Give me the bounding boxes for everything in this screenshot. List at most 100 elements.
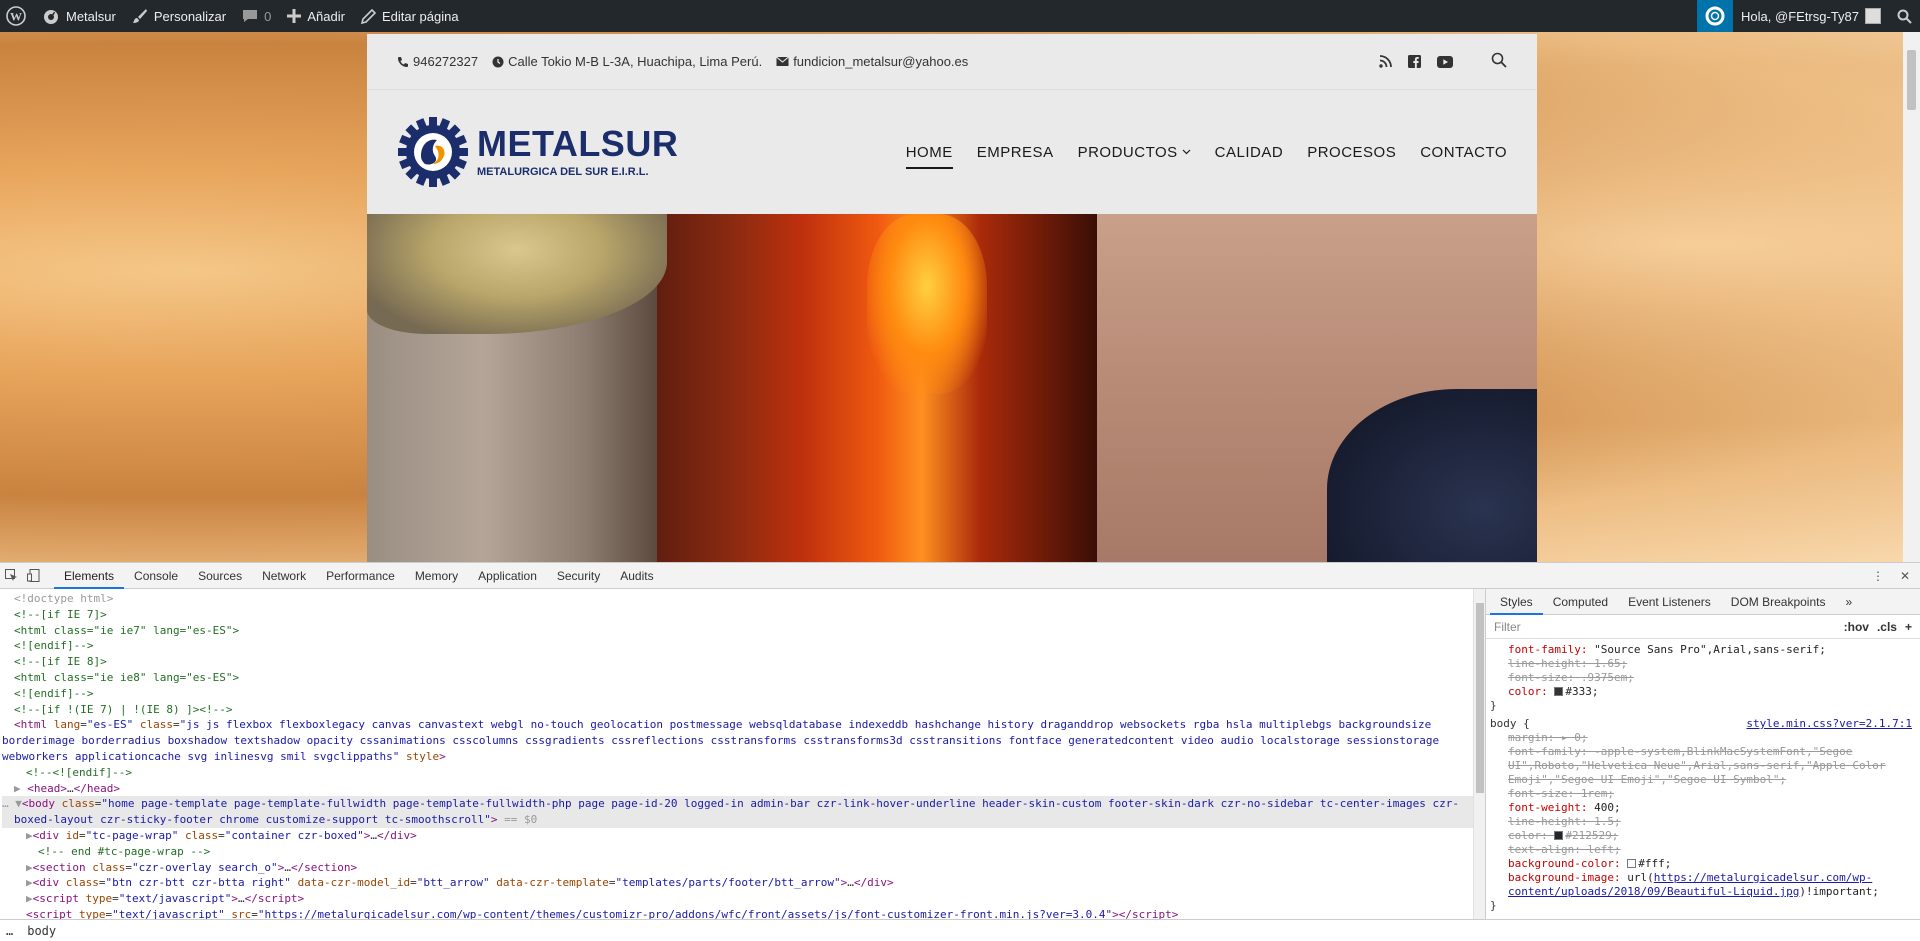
more-tabs-icon[interactable]: » xyxy=(1835,589,1862,615)
clock-icon xyxy=(492,56,504,67)
devtools-panel: Elements Console Sources Network Perform… xyxy=(0,562,1920,941)
page-scrollbar[interactable] xyxy=(1903,32,1920,562)
lifebuoy-icon xyxy=(1705,6,1725,26)
page-viewport: 946272327 Calle Tokio M-B L-3A, Huachipa… xyxy=(0,32,1920,562)
search-icon xyxy=(1897,9,1912,24)
dom-line[interactable]: <!--[if !(IE 7) | !(IE 8) ]><!--> xyxy=(14,702,1485,718)
dom-line[interactable]: ▶<script type="text/javascript">…</scrip… xyxy=(14,891,1485,907)
styles-pane: Styles Computed Event Listeners DOM Brea… xyxy=(1485,589,1920,920)
dom-line[interactable]: <!--[if IE 8]> xyxy=(14,654,1485,670)
page-scrollbar-thumb[interactable] xyxy=(1907,50,1916,110)
elements-tree[interactable]: <!doctype html> <!--[if IE 7]> <html cla… xyxy=(0,589,1485,920)
tab-memory[interactable]: Memory xyxy=(405,563,468,589)
wordpress-logo-button[interactable]: W xyxy=(0,0,34,32)
tab-performance[interactable]: Performance xyxy=(316,563,405,589)
nav-contacto[interactable]: CONTACTO xyxy=(1420,138,1507,167)
dom-line-selected[interactable]: boxed-layout czr-sticky-footer chrome cu… xyxy=(2,812,1485,828)
tab-elements[interactable]: Elements xyxy=(54,563,125,589)
facebook-icon[interactable] xyxy=(1408,55,1421,68)
nav-empresa[interactable]: EMPRESA xyxy=(977,138,1054,167)
youtube-icon[interactable] xyxy=(1437,55,1453,68)
tab-computed[interactable]: Computed xyxy=(1543,589,1618,615)
nav-home[interactable]: HOME xyxy=(905,138,953,169)
dom-line[interactable]: ▶<div id="tc-page-wrap" class="container… xyxy=(14,828,1485,844)
style-property[interactable]: line-height: 1.5; xyxy=(1490,815,1912,829)
dom-line[interactable]: <!--<![endif]--> xyxy=(14,765,1485,781)
rule-close: } xyxy=(1490,899,1497,912)
style-property[interactable]: font-size: 1rem; xyxy=(1490,787,1912,801)
rule-header[interactable]: body {style.min.css?ver=2.1.7:1 xyxy=(1490,717,1912,731)
tab-security[interactable]: Security xyxy=(547,563,610,589)
dom-line[interactable]: ▶<div class="btn czr-btt czr-btta right"… xyxy=(14,875,1485,891)
device-toolbar-button[interactable] xyxy=(22,569,44,582)
style-property[interactable]: font-weight: 400; xyxy=(1490,801,1912,815)
style-property[interactable]: font-family: -apple-system,BlinkMacSyste… xyxy=(1490,745,1912,787)
email-info[interactable]: fundicion_metalsur@yahoo.es xyxy=(776,54,968,69)
hero-worker-jacket xyxy=(1327,389,1537,562)
style-property[interactable]: margin: ▸ 0; xyxy=(1490,731,1912,745)
rss-icon[interactable] xyxy=(1379,55,1392,68)
close-icon[interactable]: ✕ xyxy=(1900,569,1910,583)
style-property[interactable]: font-size: .9375em; xyxy=(1490,671,1912,685)
site-search-button[interactable] xyxy=(1491,52,1507,71)
support-button[interactable] xyxy=(1697,0,1734,32)
tab-event-listeners[interactable]: Event Listeners xyxy=(1618,589,1721,615)
style-property[interactable]: font-family: "Source Sans Pro",Arial,san… xyxy=(1490,643,1912,657)
nav-calidad[interactable]: CALIDAD xyxy=(1215,138,1284,167)
inspect-element-button[interactable] xyxy=(0,569,22,582)
svg-text:W: W xyxy=(10,10,22,24)
breadcrumb[interactable]: body xyxy=(27,924,56,938)
dom-line[interactable]: ▶ <head>…</head> xyxy=(14,781,1485,797)
customize-link[interactable]: Personalizar xyxy=(124,0,234,32)
style-property[interactable]: background-color: #fff; xyxy=(1490,857,1912,871)
dom-line[interactable]: <html lang="es-ES" class="js js flexbox … xyxy=(14,717,1485,733)
edit-page-link[interactable]: Editar página xyxy=(353,0,467,32)
tab-application[interactable]: Application xyxy=(468,563,547,589)
class-toggle[interactable]: .cls xyxy=(1877,620,1897,634)
my-account-link[interactable]: Hola, @FEtrsg-Ty87 xyxy=(1733,0,1889,32)
more-options-icon[interactable]: ⋮ xyxy=(1872,569,1884,583)
dom-line[interactable]: borderimage borderradius boxshadow texts… xyxy=(2,733,1485,749)
hero-slider[interactable] xyxy=(367,214,1537,562)
hover-state-toggle[interactable]: :hov xyxy=(1844,620,1869,634)
site-name-link[interactable]: Metalsur xyxy=(34,0,124,32)
dom-line[interactable]: <html class="ie ie7" lang="es-ES"> xyxy=(14,623,1485,639)
dom-line[interactable]: <![endif]--> xyxy=(14,686,1485,702)
style-property[interactable]: color: #333; xyxy=(1490,685,1912,699)
dom-line[interactable]: <!--[if IE 7]> xyxy=(14,607,1485,623)
adminbar-search-button[interactable] xyxy=(1889,0,1920,32)
elements-scrollbar[interactable] xyxy=(1473,589,1485,920)
styles-filter-input[interactable]: Filter xyxy=(1494,620,1521,634)
tab-audits[interactable]: Audits xyxy=(610,563,663,589)
nav-productos[interactable]: PRODUCTOS xyxy=(1078,138,1191,167)
dom-line[interactable]: <![endif]--> xyxy=(14,638,1485,654)
dom-line[interactable]: <!-- end #tc-page-wrap --> xyxy=(14,844,1485,860)
add-new-link[interactable]: Añadir xyxy=(279,0,353,32)
dom-line[interactable]: <html class="ie ie8" lang="es-ES"> xyxy=(14,670,1485,686)
tab-dom-breakpoints[interactable]: DOM Breakpoints xyxy=(1721,589,1836,615)
dom-line[interactable]: webworkers applicationcache svg inlinesv… xyxy=(2,749,1485,765)
style-property[interactable]: background-image: url(https://metalurgic… xyxy=(1490,871,1912,899)
tab-styles[interactable]: Styles xyxy=(1490,589,1543,615)
site-logo[interactable]: METALSUR METALURGICA DEL SUR E.I.R.L. xyxy=(397,116,678,188)
dom-line-selected[interactable]: … ▼<body class="home page-template page-… xyxy=(2,796,1485,813)
style-rules[interactable]: font-family: "Source Sans Pro",Arial,san… xyxy=(1486,639,1920,913)
add-new-label: Añadir xyxy=(307,8,345,24)
dom-line[interactable]: <!doctype html> xyxy=(14,591,1485,607)
style-property[interactable]: color: #212529; xyxy=(1490,829,1912,843)
comments-link[interactable]: 0 xyxy=(234,0,279,32)
tab-sources[interactable]: Sources xyxy=(188,563,252,589)
devtools-body: <!doctype html> <!--[if IE 7]> <html cla… xyxy=(0,589,1920,920)
logo-subtitle: METALURGICA DEL SUR E.I.R.L. xyxy=(477,166,649,178)
nav-procesos[interactable]: PROCESOS xyxy=(1307,138,1396,167)
style-property[interactable]: text-align: left; xyxy=(1490,843,1912,857)
tab-console[interactable]: Console xyxy=(124,563,188,589)
breadcrumb-ellipsis[interactable]: … xyxy=(6,924,13,938)
tab-network[interactable]: Network xyxy=(252,563,316,589)
style-property[interactable]: line-height: 1.65; xyxy=(1490,657,1912,671)
new-rule-button[interactable]: + xyxy=(1905,620,1912,634)
site-container: 946272327 Calle Tokio M-B L-3A, Huachipa… xyxy=(367,34,1537,562)
phone-number: 946272327 xyxy=(413,54,479,69)
dom-line[interactable]: ▶<section class="czr-overlay search_o">…… xyxy=(14,860,1485,876)
elements-scrollbar-thumb[interactable] xyxy=(1476,603,1484,793)
